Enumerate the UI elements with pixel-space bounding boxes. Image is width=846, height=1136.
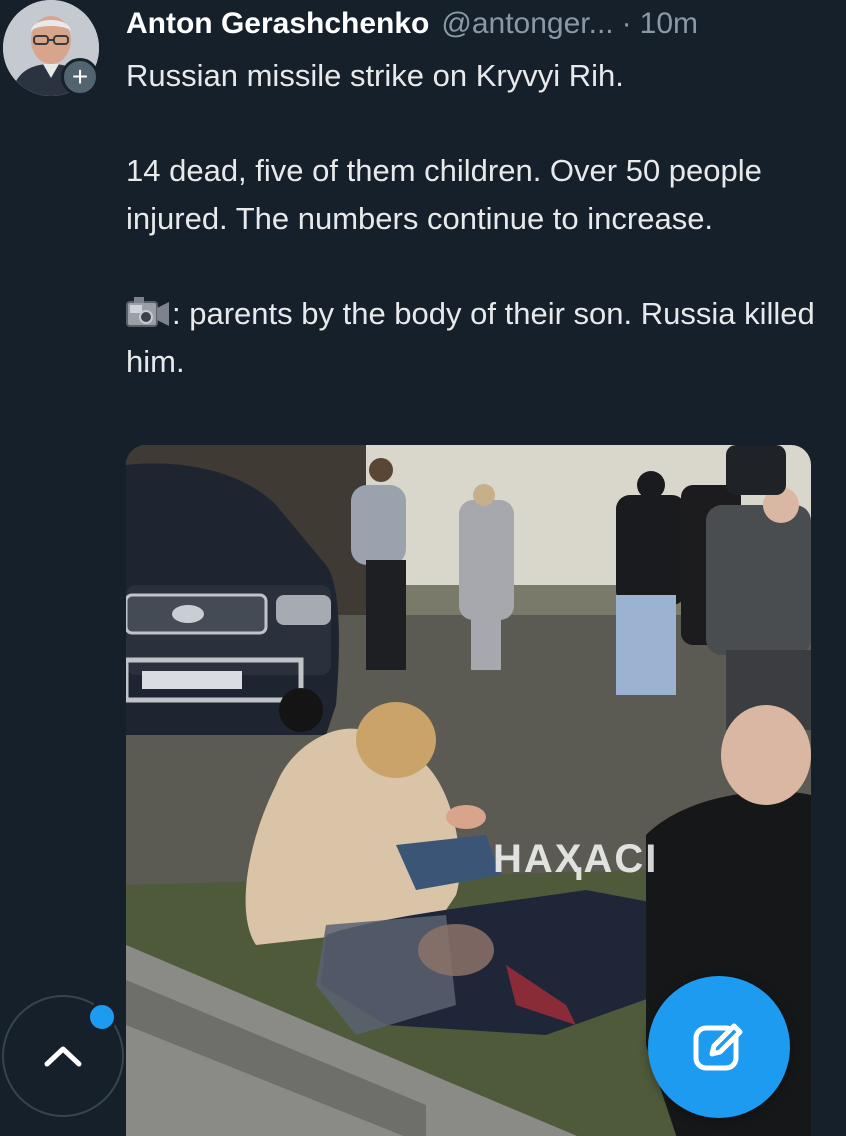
video-camera-icon	[126, 295, 170, 329]
tweet-paragraph-1: Russian missile strike on Kryvyi Rih.	[126, 58, 624, 93]
author-name[interactable]: Anton Gerashchenko	[126, 7, 429, 41]
tweet-paragraph-3: : parents by the body of their son. Russ…	[126, 290, 816, 386]
chevron-up-icon	[44, 1046, 82, 1067]
tweet-paragraph-2: 14 dead, five of them children. Over 50 …	[126, 153, 762, 236]
follow-badge[interactable]: +	[61, 58, 99, 96]
tweet-header: Anton Gerashchenko @antonger... · 10m	[126, 2, 826, 46]
tweet-view: + Anton Gerashchenko @antonger... · 10m …	[0, 0, 846, 1136]
timestamp[interactable]: 10m	[640, 7, 698, 41]
tweet-paragraph-3-text: : parents by the body of their son. Russ…	[126, 296, 815, 379]
compose-icon	[693, 1023, 743, 1071]
plus-icon: +	[71, 61, 89, 92]
video-watermark: HAҲACI	[493, 837, 659, 881]
new-posts-indicator	[87, 1002, 117, 1032]
compose-button[interactable]	[648, 976, 790, 1118]
separator: ·	[621, 7, 632, 40]
author-handle[interactable]: @antonger...	[441, 7, 613, 41]
tweet-text: Russian missile strike on Kryvyi Rih. 14…	[126, 52, 816, 386]
